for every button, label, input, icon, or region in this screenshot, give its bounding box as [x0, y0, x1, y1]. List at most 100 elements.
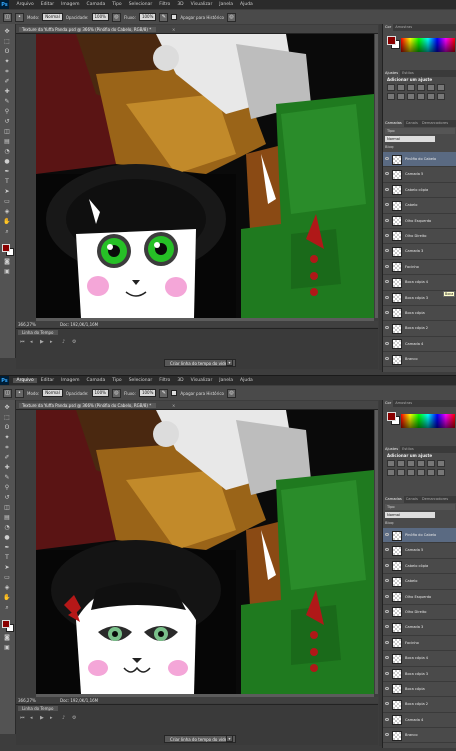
zoom-level[interactable]: 366,27% [18, 698, 36, 703]
airbrush-icon[interactable]: ✎ [159, 388, 169, 398]
eye-icon[interactable] [385, 218, 389, 222]
brush-tool-icon[interactable]: ✎ [2, 98, 12, 106]
tab-cor[interactable]: Cor [383, 400, 394, 407]
history-checkbox[interactable] [171, 14, 178, 20]
menu-editar[interactable]: Editar [37, 2, 57, 7]
blur-tool-icon[interactable]: ◔ [2, 148, 12, 156]
brush-tool-icon[interactable]: ✎ [2, 474, 12, 482]
tab-estilos[interactable]: Estilos [400, 446, 416, 453]
healing-tool-icon[interactable]: ✚ [2, 88, 12, 96]
menu-visualizar[interactable]: Visualizar [187, 378, 216, 383]
menu-camada[interactable]: Camada [83, 378, 109, 383]
photo-filter-icon[interactable] [407, 93, 415, 100]
shape-tool-icon[interactable]: ▭ [2, 574, 12, 582]
eraser-tool-icon[interactable]: ◫ [2, 128, 12, 136]
layer-row[interactable]: Boca cópia 2 [383, 321, 456, 337]
channel-mixer-icon[interactable] [417, 93, 425, 100]
brightness-icon[interactable] [387, 84, 395, 91]
curves-icon[interactable] [407, 84, 415, 91]
move-tool-icon[interactable]: ✥ [2, 404, 12, 412]
eye-icon[interactable] [385, 563, 389, 567]
menu-arquivo[interactable]: Arquivo [13, 378, 38, 383]
menu-camada[interactable]: Camada [83, 2, 109, 7]
tab-canais[interactable]: Canais [404, 120, 420, 127]
foreground-color-swatch[interactable] [2, 620, 10, 628]
menu-tipo[interactable]: Tipo [109, 378, 125, 383]
layer-row[interactable]: Olho Direito [383, 605, 456, 621]
document-tab[interactable]: Texture da Yuffa Panda.psd @ 366% (Pinóf… [19, 26, 157, 32]
document-canvas[interactable] [36, 410, 374, 694]
layer-row[interactable]: Focinho [383, 636, 456, 652]
first-frame-icon[interactable]: ⏮ [20, 715, 25, 721]
settings-icon[interactable]: ⚙ [72, 715, 76, 721]
dodge-tool-icon[interactable]: ● [2, 158, 12, 166]
eyedropper-tool-icon[interactable]: ✐ [2, 454, 12, 462]
history-brush-tool-icon[interactable]: ↺ [2, 494, 12, 502]
dodge-tool-icon[interactable]: ● [2, 534, 12, 542]
stamp-tool-icon[interactable]: ⚲ [2, 484, 12, 492]
eye-icon[interactable] [385, 326, 389, 330]
layer-row[interactable]: Camada 3 [383, 620, 456, 636]
mode-select[interactable]: Normal [42, 13, 63, 21]
airbrush-icon[interactable]: ✎ [159, 12, 169, 22]
tab-ajustes[interactable]: Ajustes [383, 70, 401, 77]
menu-editar[interactable]: Editar [37, 378, 57, 383]
eye-icon[interactable] [385, 341, 389, 345]
next-frame-icon[interactable]: ▸ [50, 715, 53, 721]
close-icon[interactable]: × [172, 27, 175, 32]
menu-tipo[interactable]: Tipo [109, 2, 125, 7]
blur-tool-icon[interactable]: ◔ [2, 524, 12, 532]
timeline-tab[interactable]: Linha do Tempo [18, 706, 58, 711]
eyedropper-tool-icon[interactable]: ✐ [2, 78, 12, 86]
tab-amostras[interactable]: Amostras [393, 400, 414, 407]
layer-row[interactable]: Cabelo [383, 198, 456, 214]
move-tool-icon[interactable]: ✥ [2, 28, 12, 36]
pen-tool-icon[interactable]: ✒ [2, 544, 12, 552]
tab-cor[interactable]: Cor [383, 24, 394, 31]
menu-selecionar[interactable]: Selecionar [125, 2, 156, 7]
zoom-tool-icon[interactable]: ⌕ [2, 228, 12, 236]
flow-field[interactable]: 100% [138, 13, 157, 21]
next-frame-icon[interactable]: ▸ [50, 339, 53, 345]
screen-mode-icon[interactable]: ▣ [2, 268, 12, 276]
layer-row[interactable]: Cabelo cópia [383, 559, 456, 575]
levels-icon[interactable] [397, 460, 405, 467]
menu-imagem[interactable]: Imagem [58, 2, 83, 7]
levels-icon[interactable] [397, 84, 405, 91]
zoom-level[interactable]: 366,27% [18, 322, 36, 327]
brush-preset-icon[interactable]: • [15, 388, 24, 398]
magic-wand-tool-icon[interactable]: ✦ [2, 58, 12, 66]
menu-filtro[interactable]: Filtro [156, 378, 174, 383]
layer-row[interactable]: Branco [383, 352, 456, 368]
eye-icon[interactable] [385, 357, 389, 361]
vibrance-icon[interactable] [427, 84, 435, 91]
foreground-color-swatch[interactable] [2, 244, 10, 252]
layer-row[interactable]: Branco [383, 728, 456, 744]
menu-selecionar[interactable]: Selecionar [125, 378, 156, 383]
channel-mixer-icon[interactable] [417, 469, 425, 476]
eye-icon[interactable] [385, 203, 389, 207]
pen-tool-icon[interactable]: ✒ [2, 168, 12, 176]
layer-row[interactable]: Boca cópia 4 [383, 651, 456, 667]
stamp-tool-icon[interactable]: ⚲ [2, 108, 12, 116]
color-balance-icon[interactable] [387, 469, 395, 476]
menu-ajuda[interactable]: Ajuda [237, 2, 257, 7]
marquee-tool-icon[interactable]: ⬚ [2, 38, 12, 46]
path-select-tool-icon[interactable]: ➤ [2, 564, 12, 572]
tab-demarcadores[interactable]: Demarcadores [420, 496, 450, 503]
shape-tool-icon[interactable]: ▭ [2, 198, 12, 206]
photo-filter-icon[interactable] [407, 469, 415, 476]
previous-frame-icon[interactable]: ◂ [30, 715, 33, 721]
eye-icon[interactable] [385, 702, 389, 706]
layer-row[interactable]: Camada 4 [383, 337, 456, 353]
layer-row[interactable]: Pinófia do Cabelo [383, 528, 456, 544]
layer-row[interactable]: Focinho [383, 260, 456, 276]
3d-tool-icon[interactable]: ◈ [2, 208, 12, 216]
vertical-scrollbar[interactable] [375, 410, 378, 694]
layer-row[interactable]: Pinófia do Cabelo [383, 152, 456, 168]
eye-icon[interactable] [385, 548, 389, 552]
menu-arquivo[interactable]: Arquivo [13, 2, 37, 7]
eye-icon[interactable] [385, 609, 389, 613]
menu-visualizar[interactable]: Visualizar [187, 2, 216, 7]
close-icon[interactable]: × [172, 403, 175, 408]
